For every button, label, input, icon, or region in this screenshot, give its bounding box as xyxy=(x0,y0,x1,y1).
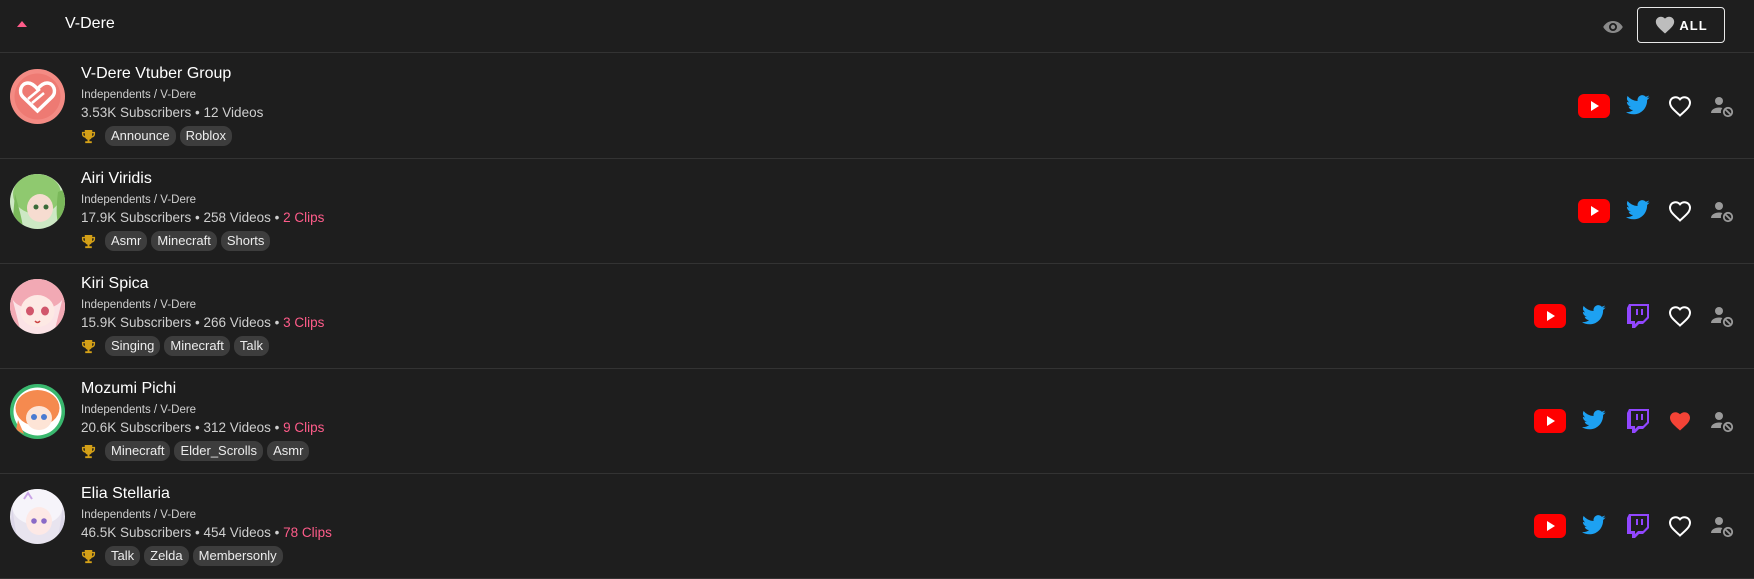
channel-row[interactable]: Kiri Spica Independents / V-Dere 15.9K S… xyxy=(0,264,1754,369)
block-channel-icon[interactable] xyxy=(1710,514,1734,538)
youtube-icon[interactable] xyxy=(1534,304,1566,328)
channel-tags: Minecraft Elder_Scrolls Asmr xyxy=(81,441,310,461)
twitter-icon[interactable] xyxy=(1582,305,1606,327)
favorites-all-button[interactable]: ALL xyxy=(1637,7,1725,43)
favorite-outline-icon[interactable] xyxy=(1668,200,1692,222)
tag-chip[interactable]: Asmr xyxy=(105,231,148,251)
channel-org: Independents / V-Dere xyxy=(81,89,197,101)
trophy-icon xyxy=(81,549,96,564)
tag-chip[interactable]: Roblox xyxy=(179,126,233,146)
heart-logo-avatar xyxy=(10,69,65,124)
channel-org: Independents / V-Dere xyxy=(81,194,197,206)
channel-avatar[interactable] xyxy=(10,174,65,229)
channel-stats-text: 17.9K Subscribers • 258 Videos • xyxy=(81,210,284,225)
tag-chip[interactable]: Minecraft xyxy=(151,231,217,251)
tag-chip[interactable]: Shorts xyxy=(220,231,271,251)
channel-clips-link[interactable]: 78 Clips xyxy=(283,525,332,540)
tag-chip[interactable]: Announce xyxy=(105,126,176,146)
channel-tags: Asmr Minecraft Shorts xyxy=(81,231,271,251)
pink-hair-avatar xyxy=(10,279,65,334)
channel-tags: Announce Roblox xyxy=(81,126,233,146)
channel-avatar[interactable] xyxy=(10,69,65,124)
block-channel-icon[interactable] xyxy=(1710,409,1734,433)
channel-org: Independents / V-Dere xyxy=(81,404,197,416)
channel-stats-text: 3.53K Subscribers • 12 Videos xyxy=(81,105,264,120)
channel-avatar[interactable] xyxy=(10,384,65,439)
channel-name[interactable]: Elia Stellaria xyxy=(81,485,170,503)
twitch-icon[interactable] xyxy=(1627,304,1649,328)
channel-org: Independents / V-Dere xyxy=(81,509,197,521)
channel-name[interactable]: V-Dere Vtuber Group xyxy=(81,65,231,83)
trophy-icon xyxy=(81,129,96,144)
favorite-outline-icon[interactable] xyxy=(1668,305,1692,327)
channel-clips-link[interactable]: 2 Clips xyxy=(283,210,324,225)
channel-avatar[interactable] xyxy=(10,489,65,544)
channel-tags: Singing Minecraft Talk xyxy=(81,336,269,356)
orange-hair-avatar xyxy=(10,384,65,439)
block-channel-icon[interactable] xyxy=(1710,304,1734,328)
twitter-icon[interactable] xyxy=(1626,95,1650,117)
tag-chip[interactable]: Zelda xyxy=(144,546,189,566)
youtube-icon[interactable] xyxy=(1534,514,1566,538)
channel-stats: 17.9K Subscribers • 258 Videos • 2 Clips xyxy=(81,210,324,225)
channel-stats: 20.6K Subscribers • 312 Videos • 9 Clips xyxy=(81,420,324,435)
twitter-icon[interactable] xyxy=(1582,410,1606,432)
twitch-icon[interactable] xyxy=(1627,514,1649,538)
twitter-icon[interactable] xyxy=(1626,200,1650,222)
tag-chip[interactable]: Minecraft xyxy=(105,441,171,461)
trophy-icon xyxy=(81,234,96,249)
channel-stats-text: 20.6K Subscribers • 312 Videos • xyxy=(81,420,284,435)
eye-icon[interactable] xyxy=(1601,15,1625,39)
channel-stats: 3.53K Subscribers • 12 Videos xyxy=(81,105,263,120)
channel-stats-text: 46.5K Subscribers • 454 Videos • xyxy=(81,525,284,540)
all-label: ALL xyxy=(1679,17,1708,33)
favorite-outline-icon[interactable] xyxy=(1668,515,1692,537)
block-channel-icon[interactable] xyxy=(1710,94,1734,118)
trophy-icon xyxy=(81,339,96,354)
group-title: V-Dere xyxy=(65,15,115,32)
tag-chip[interactable]: Membersonly xyxy=(192,546,283,566)
channel-clips-link[interactable]: 3 Clips xyxy=(283,315,324,330)
tag-chip[interactable]: Talk xyxy=(105,546,141,566)
channel-name[interactable]: Kiri Spica xyxy=(81,275,149,293)
channel-name[interactable]: Mozumi Pichi xyxy=(81,380,176,398)
channel-stats-text: 15.9K Subscribers • 266 Videos • xyxy=(81,315,284,330)
channel-clips-link[interactable]: 9 Clips xyxy=(283,420,324,435)
green-hair-avatar xyxy=(10,174,65,229)
channel-row[interactable]: V-Dere Vtuber Group Independents / V-Der… xyxy=(0,54,1754,159)
trophy-icon xyxy=(81,444,96,459)
tag-chip[interactable]: Asmr xyxy=(267,441,310,461)
channel-tags: Talk Zelda Membersonly xyxy=(81,546,283,566)
channel-row[interactable]: Mozumi Pichi Independents / V-Dere 20.6K… xyxy=(0,369,1754,474)
white-hair-avatar xyxy=(10,489,65,544)
channel-row[interactable]: Airi Viridis Independents / V-Dere 17.9K… xyxy=(0,159,1754,264)
tag-chip[interactable]: Elder_Scrolls xyxy=(174,441,264,461)
channel-org: Independents / V-Dere xyxy=(81,299,197,311)
group-header: V-Dere ALL xyxy=(0,0,1754,53)
tag-chip[interactable]: Singing xyxy=(105,336,161,356)
block-channel-icon[interactable] xyxy=(1710,199,1734,223)
channel-name[interactable]: Airi Viridis xyxy=(81,170,152,188)
favorite-filled-icon[interactable] xyxy=(1668,410,1692,432)
collapse-caret-icon[interactable] xyxy=(17,21,27,27)
youtube-icon[interactable] xyxy=(1578,94,1610,118)
tag-chip[interactable]: Minecraft xyxy=(164,336,230,356)
channel-avatar[interactable] xyxy=(10,279,65,334)
youtube-icon[interactable] xyxy=(1534,409,1566,433)
twitter-icon[interactable] xyxy=(1582,515,1606,537)
channel-stats: 46.5K Subscribers • 454 Videos • 78 Clip… xyxy=(81,525,332,540)
youtube-icon[interactable] xyxy=(1578,199,1610,223)
tag-chip[interactable]: Talk xyxy=(233,336,269,356)
channel-stats: 15.9K Subscribers • 266 Videos • 3 Clips xyxy=(81,315,324,330)
channel-row[interactable]: Elia Stellaria Independents / V-Dere 46.… xyxy=(0,474,1754,579)
favorite-outline-icon[interactable] xyxy=(1668,95,1692,117)
twitch-icon[interactable] xyxy=(1627,409,1649,433)
heart-icon xyxy=(1656,16,1675,34)
